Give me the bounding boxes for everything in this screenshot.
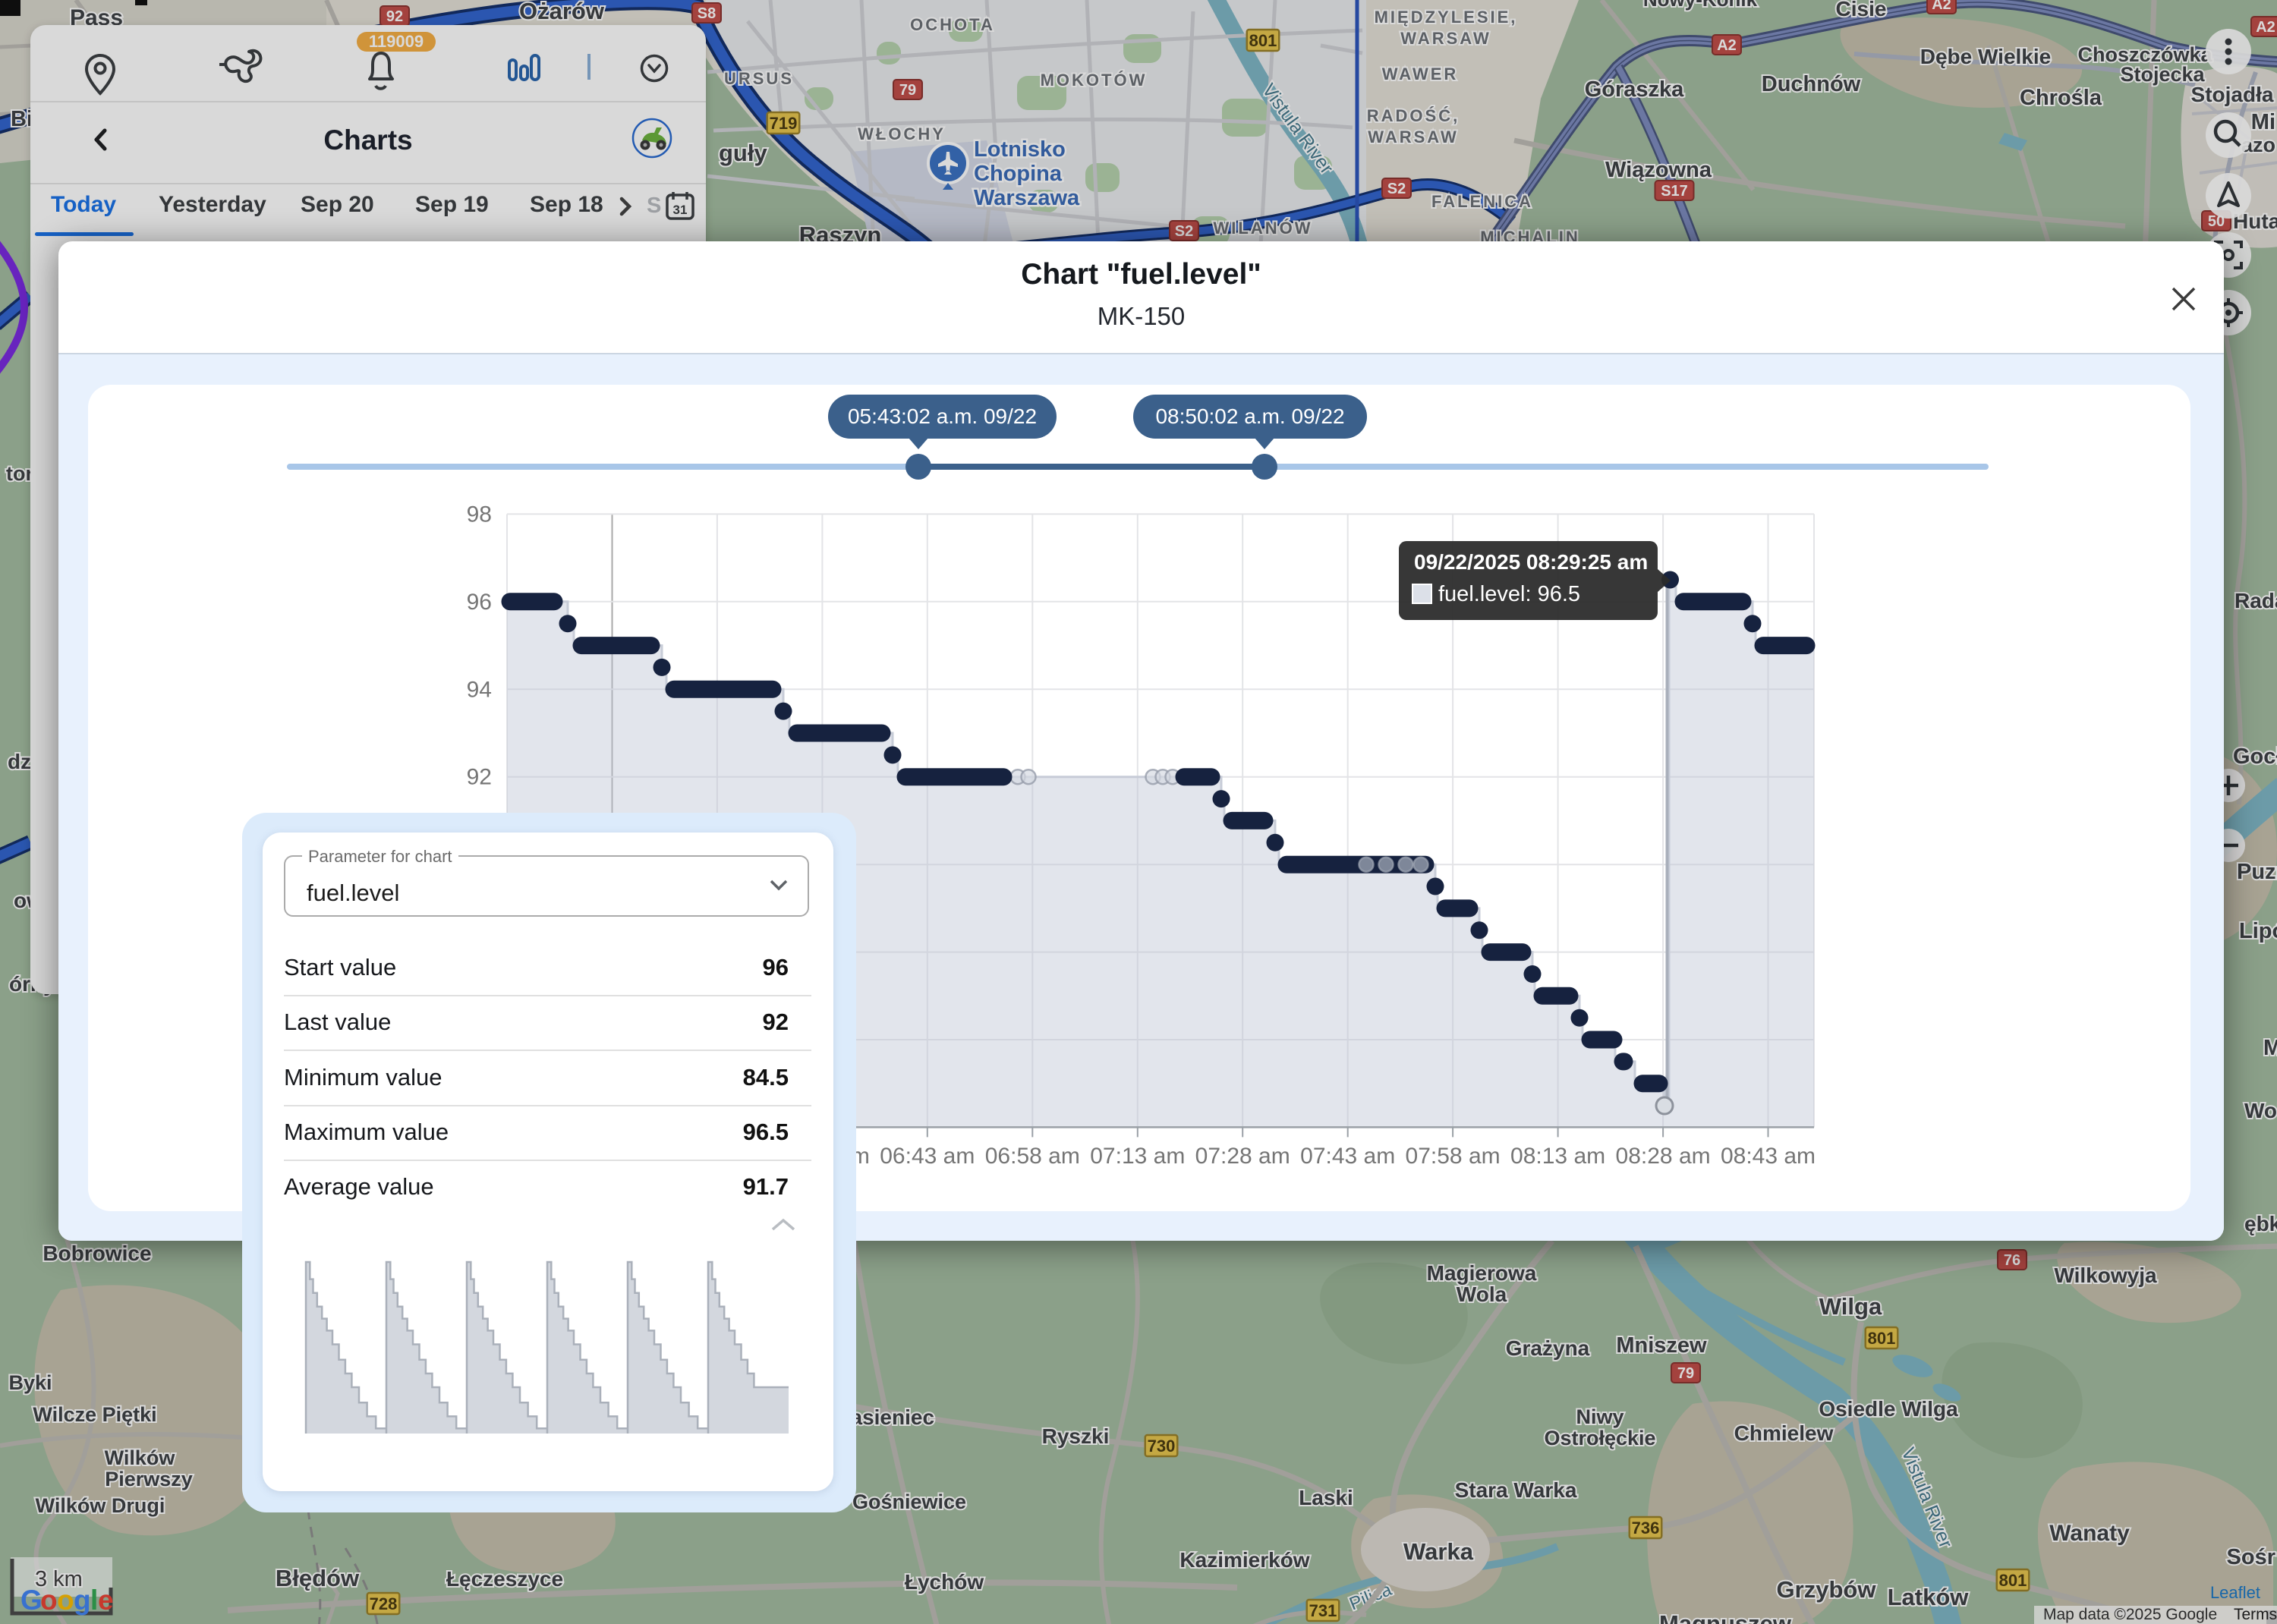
- svg-text:07:13 am: 07:13 am: [1090, 1144, 1185, 1169]
- svg-text:94: 94: [467, 677, 492, 702]
- svg-text:06:58 am: 06:58 am: [985, 1144, 1080, 1169]
- svg-text:08:13 am: 08:13 am: [1510, 1144, 1605, 1169]
- svg-text:07:28 am: 07:28 am: [1195, 1144, 1290, 1169]
- svg-text:08:43 am: 08:43 am: [1721, 1144, 1816, 1169]
- svg-text:07:58 am: 07:58 am: [1406, 1144, 1501, 1169]
- svg-text:07:43 am: 07:43 am: [1300, 1144, 1395, 1169]
- svg-text:06:43 am: 06:43 am: [880, 1144, 975, 1169]
- svg-text:92: 92: [467, 765, 492, 790]
- svg-text:98: 98: [467, 502, 492, 527]
- svg-text:08:28 am: 08:28 am: [1616, 1144, 1711, 1169]
- svg-text:96: 96: [467, 590, 492, 615]
